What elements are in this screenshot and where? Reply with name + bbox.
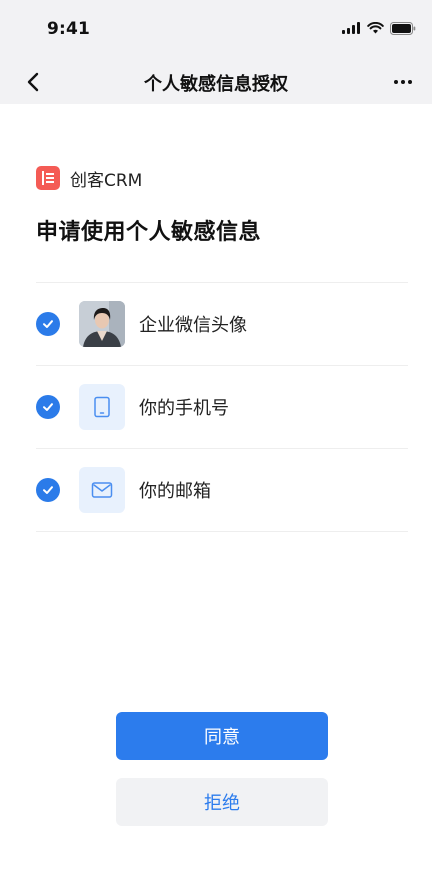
permission-list: 企业微信头像 你的手机号 你的邮箱 <box>36 282 408 532</box>
mail-icon <box>79 467 125 513</box>
permission-label: 企业微信头像 <box>139 315 247 336</box>
avatar-photo <box>79 301 125 347</box>
permission-label: 你的手机号 <box>139 398 229 419</box>
agree-button[interactable]: 同意 <box>116 712 328 760</box>
status-bar: 9:41 <box>0 0 432 62</box>
more-options-button[interactable] <box>388 69 418 95</box>
page-title: 个人敏感信息授权 <box>144 74 288 95</box>
checkbox-checked-icon[interactable] <box>36 478 60 502</box>
permission-label: 你的邮箱 <box>139 481 211 502</box>
phone-icon <box>79 384 125 430</box>
reject-button[interactable]: 拒绝 <box>116 778 328 826</box>
wifi-icon <box>367 22 384 34</box>
more-dot-icon <box>401 80 405 84</box>
app-name: 创客CRM <box>70 170 143 191</box>
top-bar: 9:41 个人敏感信息授权 <box>0 0 432 104</box>
permission-item-email[interactable]: 你的邮箱 <box>36 449 408 532</box>
status-icons <box>342 20 416 36</box>
more-dot-icon <box>408 80 412 84</box>
more-dot-icon <box>394 80 398 84</box>
app-logo-icon <box>36 166 60 190</box>
signal-icon <box>342 22 360 34</box>
checkbox-checked-icon[interactable] <box>36 312 60 336</box>
app-info: 创客CRM <box>36 166 143 191</box>
battery-icon <box>390 21 416 35</box>
permission-item-avatar[interactable]: 企业微信头像 <box>36 283 408 366</box>
checkbox-checked-icon[interactable] <box>36 395 60 419</box>
status-time: 9:41 <box>47 19 91 39</box>
permission-item-phone[interactable]: 你的手机号 <box>36 366 408 449</box>
nav-bar: 个人敏感信息授权 <box>0 62 432 104</box>
headline: 申请使用个人敏感信息 <box>36 220 262 245</box>
